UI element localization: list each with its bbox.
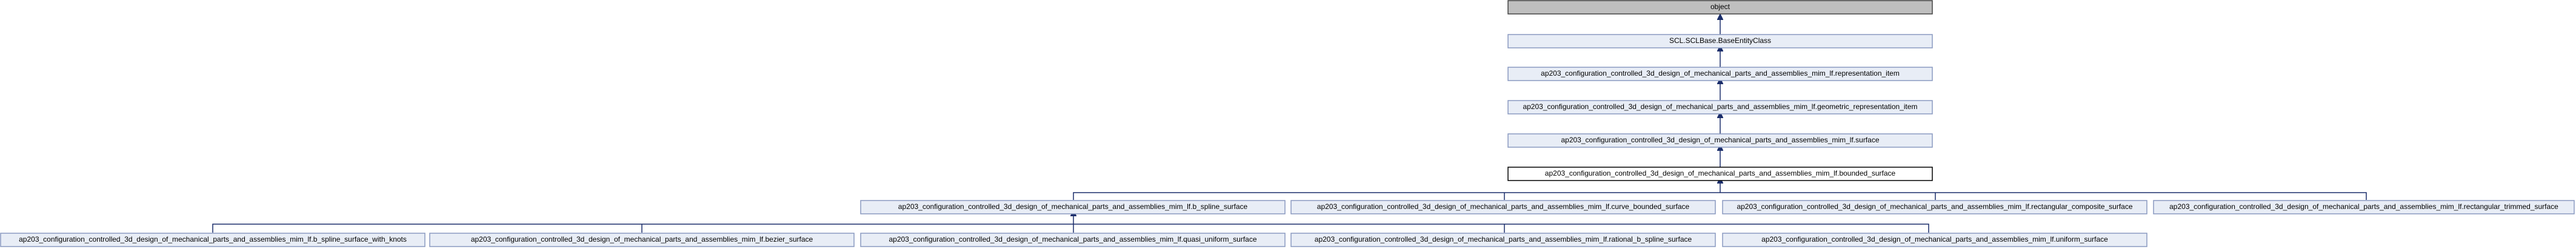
node-bezier-surface-label: ap203_configuration_controlled_3d_design… bbox=[471, 235, 813, 244]
node-geometric-representation-item-label: ap203_configuration_controlled_3d_design… bbox=[1523, 102, 1917, 111]
edge-row1-bus bbox=[1073, 192, 2367, 200]
node-geometric-representation-item[interactable]: ap203_configuration_controlled_3d_design… bbox=[1507, 100, 1933, 114]
node-rational-b-spline-surface-label: ap203_configuration_controlled_3d_design… bbox=[1315, 235, 1692, 244]
node-rectangular-composite-surface[interactable]: ap203_configuration_controlled_3d_design… bbox=[1722, 200, 2147, 214]
node-bezier-surface[interactable]: ap203_configuration_controlled_3d_design… bbox=[429, 233, 855, 247]
node-bounded-surface-label: ap203_configuration_controlled_3d_design… bbox=[1545, 169, 1896, 177]
node-base-entity-class[interactable]: SCL.SCLBase.BaseEntityClass bbox=[1507, 34, 1933, 48]
node-rectangular-trimmed-surface[interactable]: ap203_configuration_controlled_3d_design… bbox=[2153, 200, 2575, 214]
node-base-entity-class-label: SCL.SCLBase.BaseEntityClass bbox=[1669, 36, 1771, 45]
node-bounded-surface[interactable]: ap203_configuration_controlled_3d_design… bbox=[1507, 167, 1933, 181]
node-rational-b-spline-surface[interactable]: ap203_configuration_controlled_3d_design… bbox=[1290, 233, 1716, 247]
edge-row2-bus bbox=[212, 224, 1929, 233]
node-b-spline-surface-with-knots[interactable]: ap203_configuration_controlled_3d_design… bbox=[0, 233, 425, 247]
node-object-label: object bbox=[1710, 2, 1730, 11]
node-surface[interactable]: ap203_configuration_controlled_3d_design… bbox=[1507, 133, 1933, 148]
inheritance-diagram: object SCL.SCLBase.BaseEntityClass ap203… bbox=[0, 0, 2575, 247]
node-curve-bounded-surface-label: ap203_configuration_controlled_3d_design… bbox=[1317, 202, 1690, 211]
node-b-spline-surface[interactable]: ap203_configuration_controlled_3d_design… bbox=[860, 200, 1286, 214]
node-b-spline-surface-with-knots-label: ap203_configuration_controlled_3d_design… bbox=[19, 235, 407, 244]
node-uniform-surface-label: ap203_configuration_controlled_3d_design… bbox=[1761, 235, 2108, 244]
node-quasi-uniform-surface[interactable]: ap203_configuration_controlled_3d_design… bbox=[860, 233, 1286, 247]
node-rectangular-composite-surface-label: ap203_configuration_controlled_3d_design… bbox=[1737, 202, 2132, 211]
node-representation-item[interactable]: ap203_configuration_controlled_3d_design… bbox=[1507, 67, 1933, 81]
node-b-spline-surface-label: ap203_configuration_controlled_3d_design… bbox=[898, 202, 1248, 211]
node-rectangular-trimmed-surface-label: ap203_configuration_controlled_3d_design… bbox=[2169, 202, 2558, 211]
node-representation-item-label: ap203_configuration_controlled_3d_design… bbox=[1541, 69, 1900, 78]
node-surface-label: ap203_configuration_controlled_3d_design… bbox=[1561, 136, 1879, 144]
node-object[interactable]: object bbox=[1507, 0, 1933, 15]
node-uniform-surface[interactable]: ap203_configuration_controlled_3d_design… bbox=[1722, 233, 2147, 247]
node-curve-bounded-surface[interactable]: ap203_configuration_controlled_3d_design… bbox=[1290, 200, 1716, 214]
node-quasi-uniform-surface-label: ap203_configuration_controlled_3d_design… bbox=[889, 235, 1256, 244]
